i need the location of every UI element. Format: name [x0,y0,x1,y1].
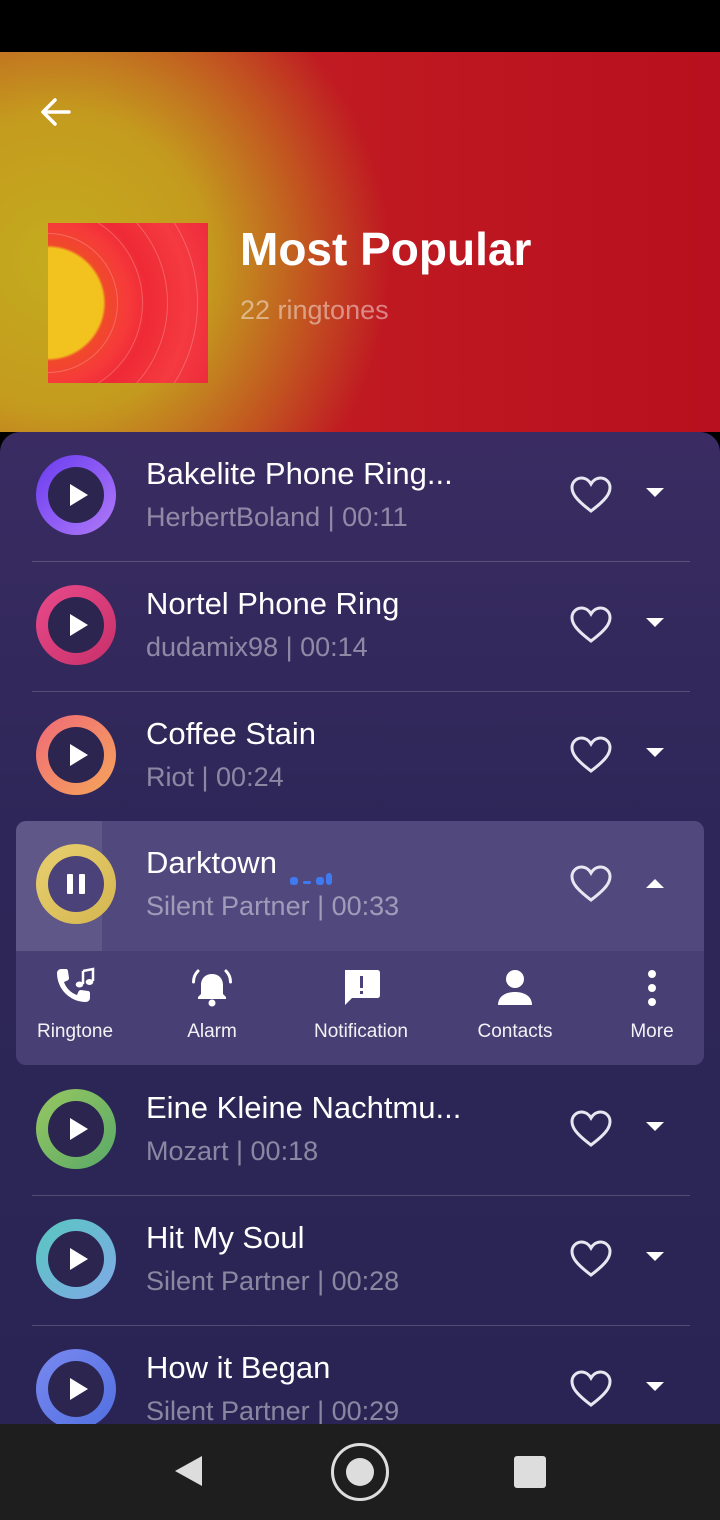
nav-recents-icon[interactable] [514,1456,546,1488]
list-item[interactable]: Nortel Phone Ring dudamix98 | 00:14 [0,562,720,692]
chevron-down-icon[interactable] [636,488,674,504]
action-label: Notification [314,1021,408,1042]
song-title: How it Began [146,1350,331,1385]
play-icon [69,1378,88,1400]
song-meta: Riot | 00:24 [146,762,284,792]
play-icon [69,484,88,506]
chevron-down-icon[interactable] [636,1382,674,1398]
list-item[interactable]: Bakelite Phone Ring... HerbertBoland | 0… [0,432,720,562]
set-alarm-button[interactable]: Alarm [176,967,248,1057]
play-button[interactable] [36,715,116,795]
notification-icon [345,970,380,1005]
heart-icon[interactable] [570,736,612,774]
song-title: Darktown [146,845,277,880]
alarm-bell-icon [192,969,232,1007]
back-button[interactable] [30,86,82,138]
list-item[interactable]: Coffee Stain Riot | 00:24 [0,692,720,822]
heart-icon[interactable] [570,606,612,644]
set-notification-button[interactable]: Notification [306,967,416,1057]
pause-button[interactable] [36,844,116,924]
song-meta: Silent Partner | 00:28 [146,1266,400,1296]
set-ringtone-button[interactable]: Ringtone [36,967,114,1057]
play-icon [69,1248,88,1270]
song-meta: dudamix98 | 00:14 [146,632,368,662]
play-button[interactable] [36,1219,116,1299]
play-button[interactable] [36,1349,116,1424]
action-label: Contacts [477,1021,553,1042]
status-bar [0,0,720,52]
playing-wave-icon [290,869,334,887]
play-button[interactable] [36,1089,116,1169]
song-meta: Silent Partner | 00:33 [146,891,400,921]
pause-icon [67,874,85,894]
chevron-down-icon[interactable] [636,1122,674,1138]
page-title: Most Popular [240,223,532,275]
action-label: Alarm [187,1021,237,1042]
play-icon [69,744,88,766]
play-icon [69,1118,88,1140]
chevron-down-icon[interactable] [636,748,674,764]
phone-music-icon [57,967,95,1002]
song-title: Eine Kleine Nachtmu... [146,1090,462,1125]
heart-icon[interactable] [570,1110,612,1148]
song-title: Hit My Soul [146,1220,305,1255]
chevron-up-icon[interactable] [636,879,674,895]
playlist-cover-image [48,223,208,383]
expanded-ringtone-card[interactable]: Darktown Silent Partner | 00:33 Ringtone [16,821,704,1065]
ringtone-actions-bar: Ringtone Alarm Notification Contacts Mor… [16,951,704,1065]
song-meta: Silent Partner | 00:29 [146,1396,400,1424]
ringtone-list: Bakelite Phone Ring... HerbertBoland | 0… [0,432,720,1424]
playlist-header: Most Popular 22 ringtones [0,52,720,432]
more-vertical-icon [648,970,656,1006]
list-item[interactable]: How it Began Silent Partner | 00:29 [0,1326,720,1424]
heart-icon[interactable] [570,1240,612,1278]
chevron-down-icon[interactable] [636,618,674,634]
play-button[interactable] [36,585,116,665]
ringtone-count: 22 ringtones [240,295,389,325]
play-button[interactable] [36,455,116,535]
more-options-button[interactable]: More [624,967,680,1057]
heart-icon[interactable] [570,476,612,514]
nav-back-icon[interactable] [172,1454,206,1488]
song-meta: HerbertBoland | 00:11 [146,502,408,532]
list-item[interactable]: Hit My Soul Silent Partner | 00:28 [0,1196,720,1326]
song-title: Nortel Phone Ring [146,586,400,621]
song-title: Coffee Stain [146,716,317,751]
list-item[interactable]: Eine Kleine Nachtmu... Mozart | 00:18 [0,1066,720,1196]
heart-icon[interactable] [570,865,612,903]
chevron-down-icon[interactable] [636,1252,674,1268]
contact-person-icon [498,970,532,1005]
song-meta: Mozart | 00:18 [146,1136,319,1166]
system-navigation-bar [0,1424,720,1520]
arrow-left-icon [41,98,71,126]
heart-icon[interactable] [570,1370,612,1408]
nav-home-icon[interactable] [331,1443,389,1501]
assign-contact-button[interactable]: Contacts [472,967,558,1057]
action-label: More [630,1021,674,1042]
song-title: Bakelite Phone Ring... [146,456,453,491]
action-label: Ringtone [36,1021,114,1042]
play-icon [69,614,88,636]
